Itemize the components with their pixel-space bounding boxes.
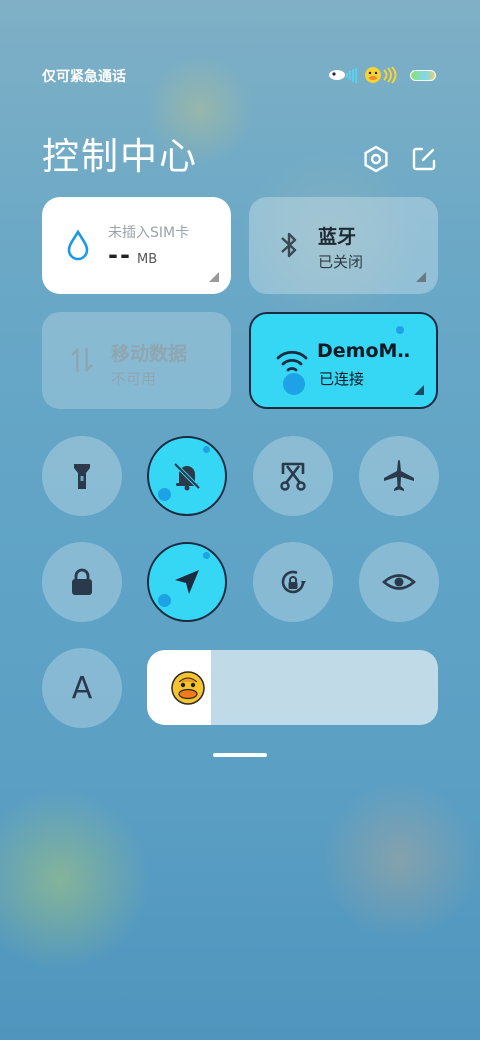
flashlight-toggle[interactable] xyxy=(42,436,122,516)
decor-bubble xyxy=(158,488,171,501)
eye-care-toggle[interactable] xyxy=(359,542,439,622)
bottom-handle[interactable] xyxy=(213,753,267,757)
decor-bubble xyxy=(283,373,305,395)
font-size-label: A xyxy=(71,670,93,706)
mobile-data-tile[interactable]: 移动数据 不可用 xyxy=(42,312,231,409)
bluetooth-icon xyxy=(281,232,297,258)
data-value: -- xyxy=(108,241,132,269)
screenshot-toggle[interactable] xyxy=(253,436,333,516)
bluetooth-status: 已关闭 xyxy=(318,253,364,271)
data-arrows-icon xyxy=(71,347,93,373)
status-carrier-text: 仅可紧急通话 xyxy=(42,69,126,85)
sim-status-label: 未插入SIM卡 xyxy=(108,225,190,241)
decor-bubble xyxy=(203,446,210,453)
rotation-lock-toggle[interactable] xyxy=(253,542,333,622)
settings-hex-icon[interactable] xyxy=(362,145,390,173)
wifi-icon xyxy=(276,350,308,372)
flashlight-icon xyxy=(74,464,90,489)
wifi-status: 已连接 xyxy=(319,370,365,388)
decor-bubble xyxy=(396,326,404,334)
brightness-slider[interactable] xyxy=(147,650,438,725)
bluetooth-tile[interactable]: 蓝牙 已关闭 xyxy=(249,197,438,294)
corner-arrow-icon xyxy=(416,272,426,282)
corner-arrow-icon xyxy=(209,272,219,282)
scissors-icon xyxy=(280,462,306,491)
bluetooth-label: 蓝牙 xyxy=(318,226,357,248)
status-icons xyxy=(328,66,436,84)
mobile-data-status: 不可用 xyxy=(111,370,157,388)
wifi-tile[interactable]: DemoM‥ 已连接 xyxy=(249,312,438,409)
location-toggle[interactable] xyxy=(147,542,227,622)
decor-bubble xyxy=(158,594,171,607)
corner-arrow-icon xyxy=(414,385,424,395)
bell-off-icon xyxy=(173,462,201,491)
lock-screen-toggle[interactable] xyxy=(42,542,122,622)
data-usage-tile[interactable]: 未插入SIM卡 -- MB xyxy=(42,197,231,294)
airplane-icon xyxy=(384,460,414,491)
silent-toggle[interactable] xyxy=(147,436,227,516)
wifi-network-name: DemoM‥ xyxy=(317,340,411,362)
edit-icon[interactable] xyxy=(410,145,438,173)
fish-signal-icon xyxy=(329,68,357,83)
lock-icon xyxy=(72,568,92,595)
font-size-button[interactable]: A xyxy=(42,648,122,728)
data-unit: MB xyxy=(137,252,158,267)
rotation-lock-icon xyxy=(281,570,306,594)
page-title: 控制中心 xyxy=(42,135,198,178)
eye-icon xyxy=(382,574,416,590)
battery-icon xyxy=(410,69,436,81)
location-arrow-icon xyxy=(175,570,199,594)
water-drop-icon xyxy=(67,229,89,261)
duck-wifi-icon xyxy=(365,66,397,84)
decor-bubble xyxy=(203,552,210,559)
duck-icon xyxy=(171,671,205,705)
airplane-toggle[interactable] xyxy=(359,436,439,516)
mobile-data-label: 移动数据 xyxy=(111,343,188,365)
